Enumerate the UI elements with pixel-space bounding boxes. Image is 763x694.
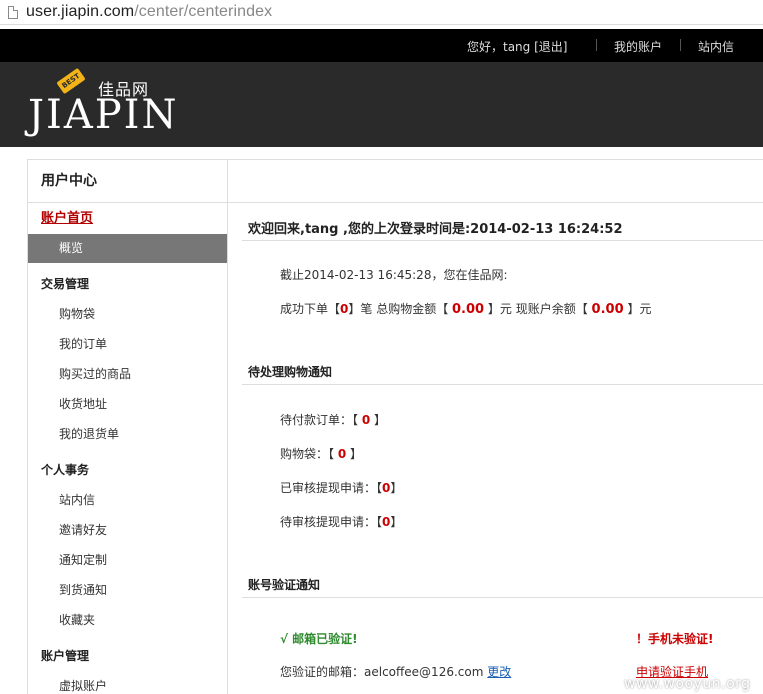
page-icon — [8, 5, 18, 19]
sidebar-item-returns[interactable]: 我的退货单 — [28, 419, 227, 449]
sidebar-item-address[interactable]: 收货地址 — [28, 389, 227, 419]
sidebar-item-cart[interactable]: 购物袋 — [28, 299, 227, 329]
sidebar-item-arrival-notice[interactable]: 到货通知 — [28, 575, 227, 605]
nav-divider — [680, 39, 681, 51]
sidebar-section-personal: 个人事务 — [41, 463, 90, 477]
pending-label: 已审核提现申请：【 — [280, 481, 383, 495]
email-value: aelcoffee@126.com — [364, 665, 484, 679]
my-account-link[interactable]: 我的账户 — [614, 38, 662, 55]
jiapin-logo[interactable]: BEST 佳品网 JIAPIN — [28, 67, 176, 145]
sidebar-section-trade: 交易管理 — [41, 277, 90, 291]
main-top-box — [228, 160, 763, 203]
pending-label: 待付款订单：【 — [280, 413, 362, 427]
logo-brand: JIAPIN — [28, 92, 179, 138]
sidebar-item-orders[interactable]: 我的订单 — [28, 329, 227, 359]
url-path: /center/centerindex — [134, 3, 273, 20]
pending-review-withdrawals[interactable]: 待审核提现申请：【0】 — [280, 513, 402, 530]
account-summary: 成功下单【0】笔 总购物金额【 0.00 】元 现账户余额【 0.00 】元 — [280, 300, 651, 317]
summary-suffix: 】元 — [623, 302, 652, 316]
change-email-link[interactable]: 更改 — [487, 665, 511, 679]
site-header: BEST 佳品网 JIAPIN — [0, 62, 763, 147]
pending-end: 】 — [370, 413, 387, 427]
messages-link[interactable]: 站内信 — [698, 38, 734, 55]
divider — [242, 240, 763, 241]
pending-approved-withdrawals[interactable]: 已审核提现申请：【0】 — [280, 479, 402, 496]
as-of-text: 截止2014-02-13 16:45:28，您在佳品网: — [280, 268, 508, 282]
summary-prefix: 成功下单【 — [280, 302, 341, 316]
url-host: user.jiapin.com — [26, 3, 135, 20]
nav-divider — [596, 39, 597, 51]
main-content: 欢迎回来,tang ,您的上次登录时间是:2014-02-13 16:24:52… — [228, 159, 763, 694]
pending-end: 】 — [346, 447, 363, 461]
watermark: www.wooyun.org — [624, 676, 751, 692]
sidebar-item-purchased[interactable]: 购买过的商品 — [28, 359, 227, 389]
verified-email-row: 您验证的邮箱：aelcoffee@126.com 更改 — [280, 663, 511, 680]
pending-value: 0 — [337, 447, 347, 461]
email-label: 您验证的邮箱： — [280, 665, 365, 679]
sidebar-item-notify-settings[interactable]: 通知定制 — [28, 545, 227, 575]
summary-mid1: 】笔 总购物金额【 — [348, 302, 453, 316]
address-bar[interactable]: user.jiapin.com/center/centerindex — [0, 0, 763, 25]
divider — [242, 384, 763, 385]
sidebar-item-virtual-account[interactable]: 虚拟账户 — [28, 671, 227, 694]
welcome-heading: 欢迎回来,tang ,您的上次登录时间是:2014-02-13 16:24:52 — [248, 222, 623, 237]
sidebar-item-invite[interactable]: 邀请好友 — [28, 515, 227, 545]
sidebar: 用户中心 账户首页 概览 交易管理 购物袋 我的订单 购买过的商品 收货地址 我… — [27, 159, 228, 694]
account-balance: 0.00 — [591, 302, 624, 317]
sidebar-item-favorites[interactable]: 收藏夹 — [28, 605, 227, 635]
sidebar-item-home[interactable]: 账户首页 — [28, 203, 227, 234]
phone-unverified-status: ！手机未验证! — [636, 632, 714, 646]
url-text[interactable]: user.jiapin.com/center/centerindex — [26, 3, 272, 21]
best-badge: BEST — [56, 67, 86, 95]
pending-end: 】 — [390, 481, 403, 495]
pending-cart[interactable]: 购物袋：【 0 】 — [280, 445, 362, 462]
divider — [242, 597, 763, 598]
email-verified-status: √ 邮箱已验证! — [280, 632, 358, 646]
pending-unpaid-orders[interactable]: 待付款订单：【 0 】 — [280, 411, 386, 428]
summary-mid2: 】元 现账户余额【 — [484, 302, 592, 316]
pending-title: 待处理购物通知 — [248, 365, 333, 379]
sidebar-item-overview[interactable]: 概览 — [28, 234, 227, 263]
verify-title: 账号验证通知 — [248, 578, 321, 592]
sidebar-title: 用户中心 — [28, 160, 227, 203]
pending-end: 】 — [390, 515, 403, 529]
pending-label: 待审核提现申请：【 — [280, 515, 383, 529]
total-amount: 0.00 — [452, 302, 485, 317]
sidebar-item-inbox[interactable]: 站内信 — [28, 485, 227, 515]
sidebar-section-account: 账户管理 — [41, 649, 90, 663]
pending-value: 0 — [361, 413, 371, 427]
greeting-logout[interactable]: 您好，tang [退出] — [467, 38, 567, 55]
top-nav: 您好，tang [退出] 我的账户 站内信 — [0, 29, 763, 62]
pending-label: 购物袋：【 — [280, 447, 338, 461]
